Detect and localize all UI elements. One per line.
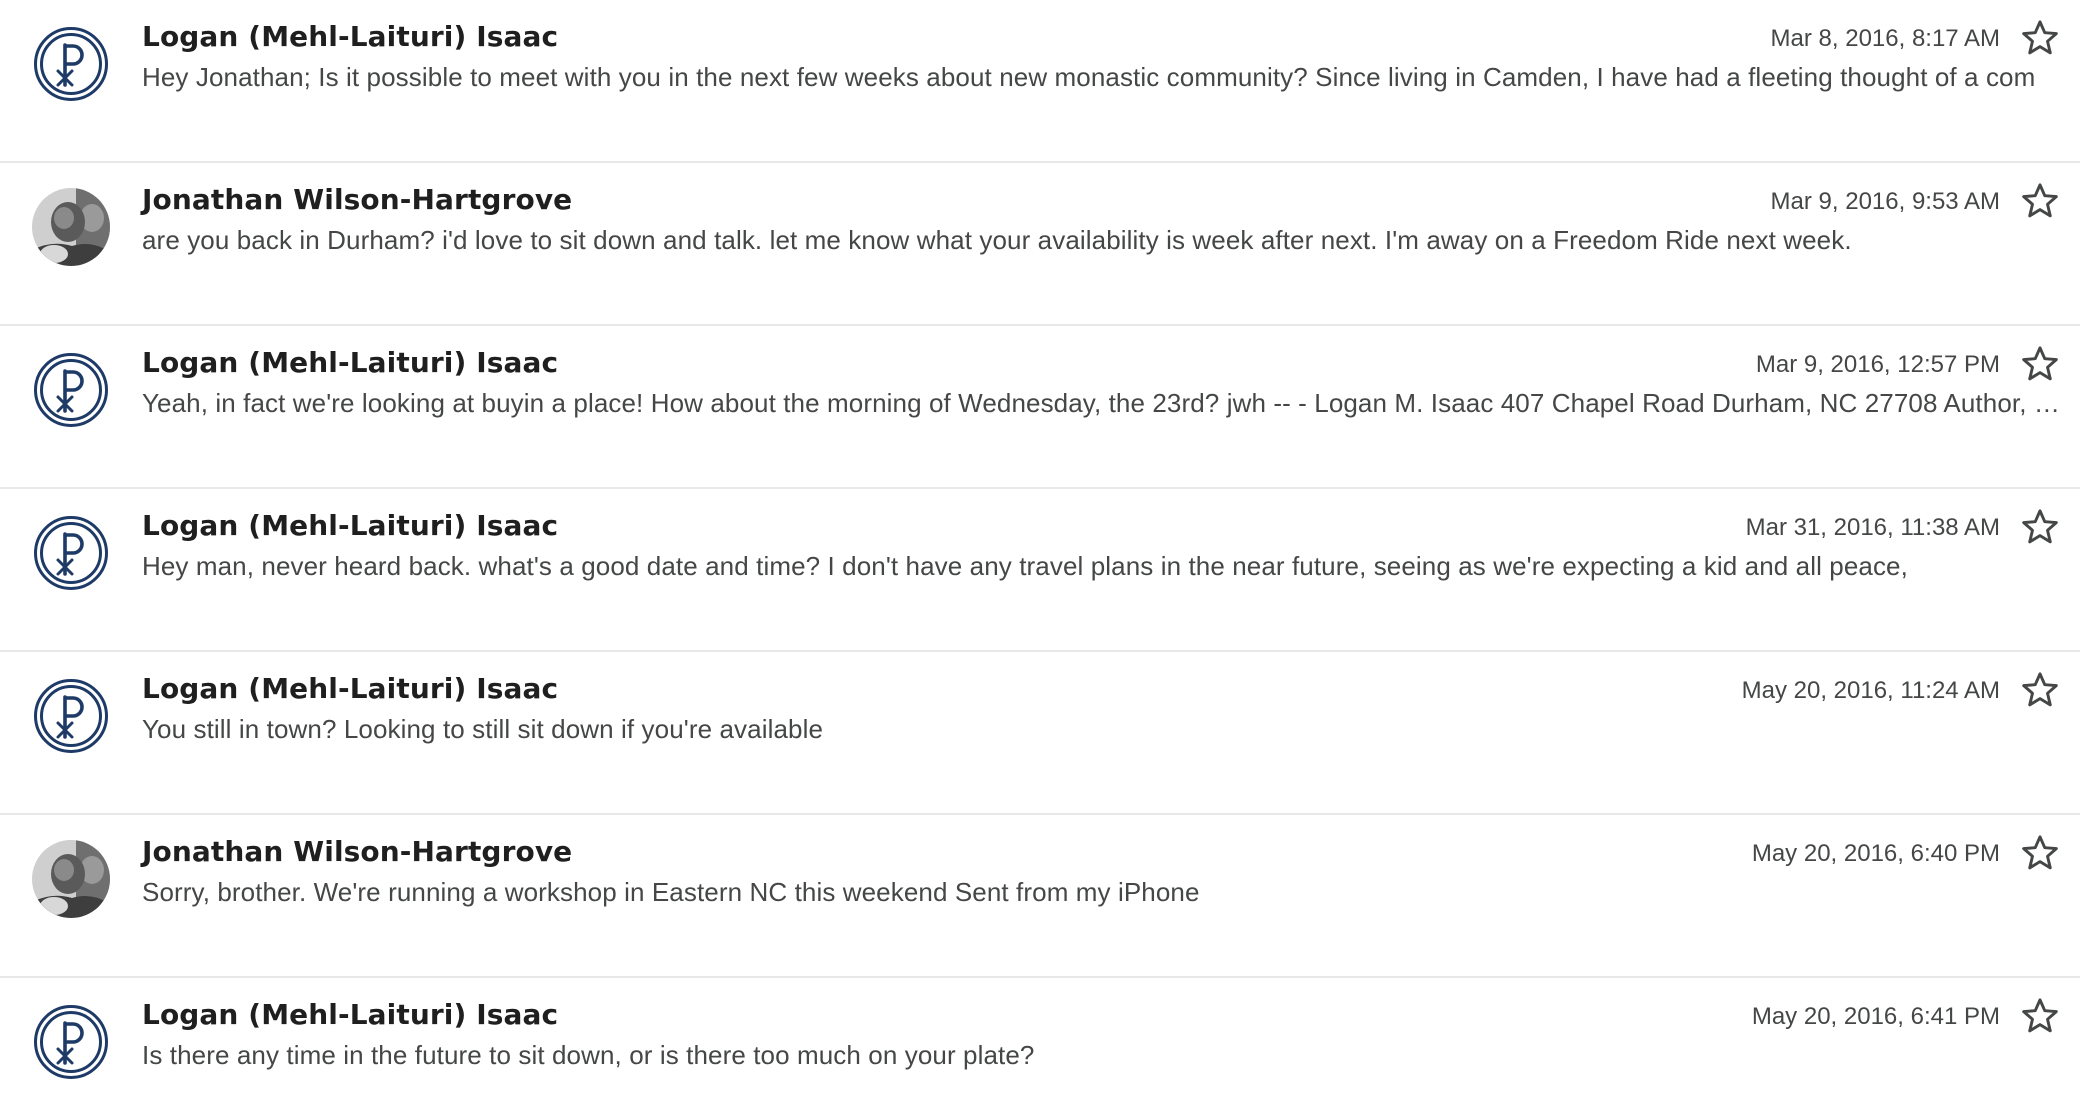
- sender-name: Logan (Mehl-Laituri) Isaac: [142, 672, 559, 705]
- sender-name: Logan (Mehl-Laituri) Isaac: [142, 346, 559, 379]
- chi-rho-logo-icon: [32, 677, 110, 755]
- message-row-1[interactable]: Jonathan Wilson-Hartgrove Mar 9, 2016, 9…: [0, 163, 2080, 326]
- avatar-6[interactable]: [32, 1003, 110, 1081]
- avatar-3[interactable]: [32, 514, 110, 592]
- sender-name: Jonathan Wilson-Hartgrove: [142, 835, 573, 868]
- message-date: Mar 9, 2016, 9:53 AM: [1770, 188, 2000, 215]
- star-icon[interactable]: [2018, 505, 2062, 549]
- message-date: Mar 8, 2016, 8:17 AM: [1770, 25, 2000, 52]
- message-row-4[interactable]: Logan (Mehl-Laituri) Isaac May 20, 2016,…: [0, 652, 2080, 815]
- message-snippet: Yeah, in fact we're looking at buyin a p…: [142, 388, 2060, 418]
- star-icon[interactable]: [2018, 668, 2062, 712]
- chi-rho-logo-icon: [32, 514, 110, 592]
- email-thread: Logan (Mehl-Laituri) Isaac Mar 8, 2016, …: [0, 0, 2080, 1108]
- message-snippet: Hey Jonathan; Is it possible to meet wit…: [142, 62, 2036, 92]
- chi-rho-logo-icon: [32, 25, 110, 103]
- avatar-5[interactable]: [32, 840, 110, 918]
- message-row-5[interactable]: Jonathan Wilson-Hartgrove May 20, 2016, …: [0, 815, 2080, 978]
- sender-name: Logan (Mehl-Laituri) Isaac: [142, 20, 559, 53]
- message-snippet: Hey man, never heard back. what's a good…: [142, 551, 1908, 581]
- star-icon[interactable]: [2018, 342, 2062, 386]
- message-date: May 20, 2016, 6:41 PM: [1751, 1003, 2000, 1030]
- message-row-6[interactable]: Logan (Mehl-Laituri) Isaac May 20, 2016,…: [0, 978, 2080, 1108]
- message-row-0[interactable]: Logan (Mehl-Laituri) Isaac Mar 8, 2016, …: [0, 0, 2080, 163]
- profile-photo: [32, 840, 110, 918]
- message-row-2[interactable]: Logan (Mehl-Laituri) Isaac Mar 9, 2016, …: [0, 326, 2080, 489]
- avatar-2[interactable]: [32, 351, 110, 429]
- chi-rho-logo-icon: [32, 351, 110, 429]
- star-icon[interactable]: [2018, 16, 2062, 60]
- profile-photo: [32, 188, 110, 266]
- avatar-4[interactable]: [32, 677, 110, 755]
- message-date: May 20, 2016, 6:40 PM: [1751, 840, 2000, 867]
- message-date: Mar 31, 2016, 11:38 AM: [1745, 514, 2000, 541]
- message-date: May 20, 2016, 11:24 AM: [1741, 677, 2000, 704]
- star-icon[interactable]: [2018, 994, 2062, 1038]
- chi-rho-logo-icon: [32, 1003, 110, 1081]
- avatar-1[interactable]: [32, 188, 110, 266]
- sender-name: Jonathan Wilson-Hartgrove: [142, 183, 573, 216]
- sender-name: Logan (Mehl-Laituri) Isaac: [142, 998, 559, 1031]
- message-date: Mar 9, 2016, 12:57 PM: [1755, 351, 2000, 378]
- star-icon[interactable]: [2018, 831, 2062, 875]
- message-snippet: You still in town? Looking to still sit …: [142, 714, 824, 744]
- message-snippet: are you back in Durham? i'd love to sit …: [142, 225, 1852, 255]
- message-row-3[interactable]: Logan (Mehl-Laituri) Isaac Mar 31, 2016,…: [0, 489, 2080, 652]
- message-snippet: Sorry, brother. We're running a workshop…: [142, 877, 1200, 907]
- avatar-0[interactable]: [32, 25, 110, 103]
- star-icon[interactable]: [2018, 179, 2062, 223]
- message-snippet: Is there any time in the future to sit d…: [142, 1040, 1035, 1070]
- sender-name: Logan (Mehl-Laituri) Isaac: [142, 509, 559, 542]
